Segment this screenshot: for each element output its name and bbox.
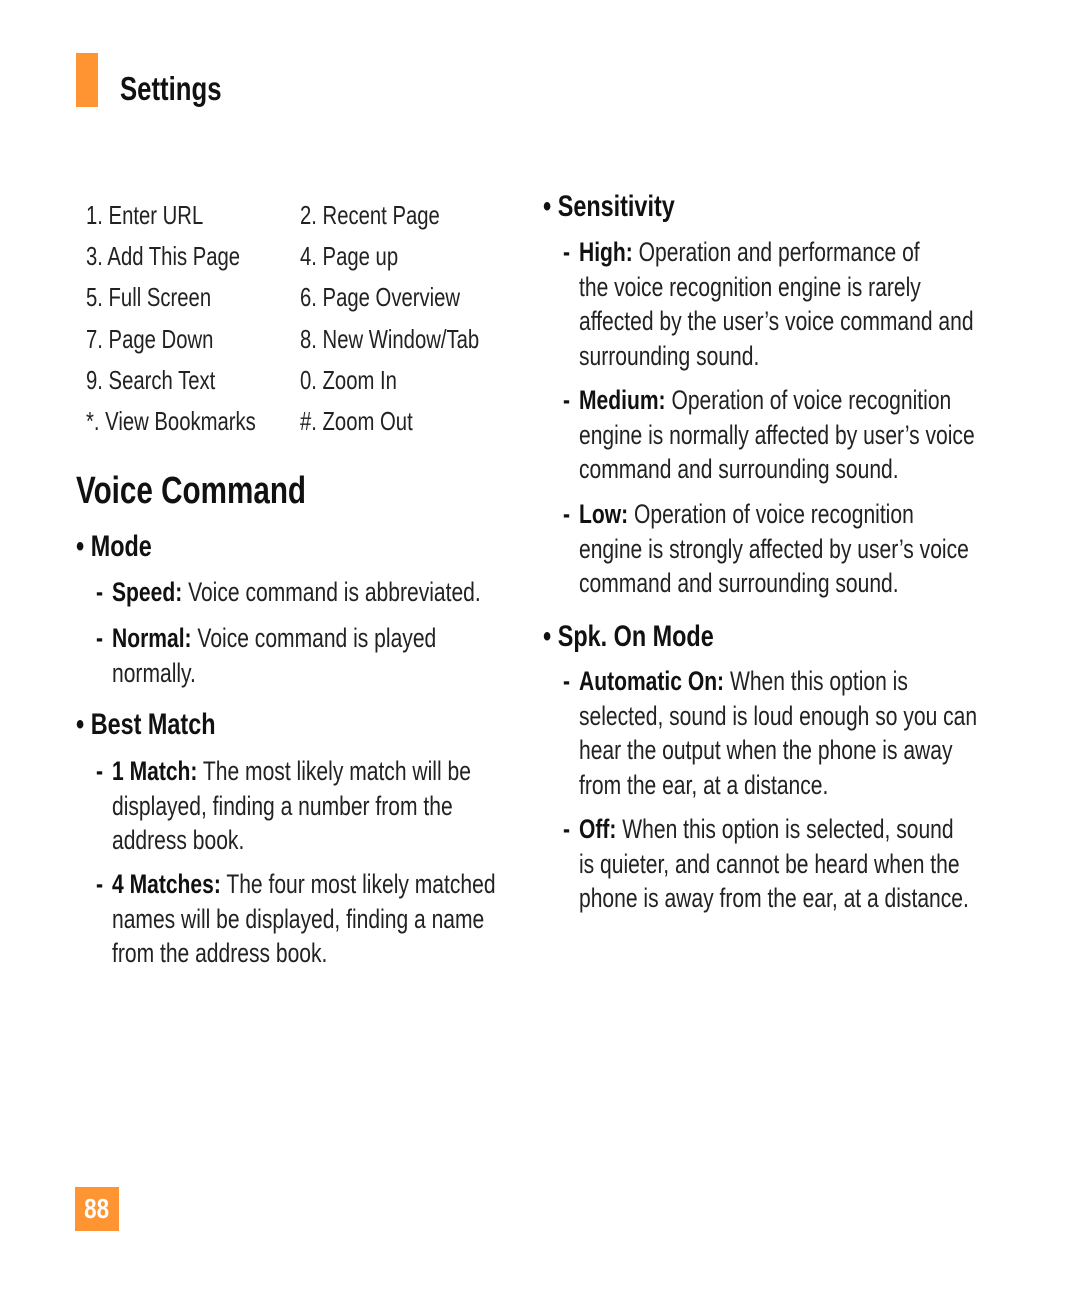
- shortcut-item: 4. Page up: [300, 241, 399, 271]
- page-number-badge: 88: [75, 1187, 119, 1231]
- shortcut-item: 2. Recent Page: [300, 200, 440, 230]
- dash-marker: -: [96, 623, 104, 653]
- mode-heading: • Mode: [76, 530, 152, 563]
- dash-marker: -: [563, 666, 571, 696]
- dash-marker: -: [563, 385, 571, 415]
- section-accent-bar: [76, 53, 98, 107]
- sensitivity-low-item: Low: Operation of voice recognition engi…: [579, 499, 969, 598]
- sensitivity-high-item: High: Operation and performance of the v…: [579, 237, 974, 371]
- shortcut-item: 0. Zoom In: [300, 365, 397, 395]
- page-number: 88: [84, 1193, 110, 1224]
- mode-normal-item: Normal: Voice command is played normally…: [112, 623, 437, 688]
- sensitivity-medium-item: Medium: Operation of voice recognition e…: [579, 385, 975, 484]
- shortcut-item: #. Zoom Out: [300, 406, 413, 436]
- spk-automatic-on-item: Automatic On: When this option is select…: [579, 666, 978, 800]
- shortcut-item: 1. Enter URL: [86, 200, 204, 230]
- dash-marker: -: [563, 237, 571, 267]
- dash-marker: -: [96, 869, 104, 899]
- shortcut-item: 7. Page Down: [86, 324, 214, 354]
- best-match-1-item: 1 Match: The most likely match will be d…: [112, 756, 471, 855]
- bullet-icon: •: [76, 708, 85, 741]
- dash-marker: -: [96, 756, 104, 786]
- dash-marker: -: [563, 499, 571, 529]
- best-match-4-item: 4 Matches: The four most likely matched …: [112, 869, 496, 968]
- dash-marker: -: [563, 814, 571, 844]
- sensitivity-heading: • Sensitivity: [543, 190, 675, 223]
- section-title: Settings: [120, 70, 222, 107]
- shortcut-item: 3. Add This Page: [86, 241, 241, 271]
- dash-marker: -: [96, 577, 104, 607]
- shortcut-item: 9. Search Text: [86, 365, 216, 395]
- shortcut-item: 5. Full Screen: [86, 282, 212, 312]
- shortcut-item: 6. Page Overview: [300, 282, 461, 312]
- spk-off-item: Off: When this option is selected, sound…: [579, 814, 969, 913]
- bullet-icon: •: [543, 190, 552, 223]
- shortcut-item: *. View Bookmarks: [86, 406, 256, 436]
- best-match-heading: • Best Match: [76, 708, 216, 741]
- bullet-icon: •: [543, 620, 552, 653]
- spk-on-mode-heading: • Spk. On Mode: [543, 620, 714, 653]
- bullet-icon: •: [76, 530, 85, 563]
- shortcut-item: 8. New Window/Tab: [300, 324, 480, 354]
- page-heading: Voice Command: [76, 470, 307, 512]
- mode-speed-item: Speed: Voice command is abbreviated.: [112, 577, 481, 607]
